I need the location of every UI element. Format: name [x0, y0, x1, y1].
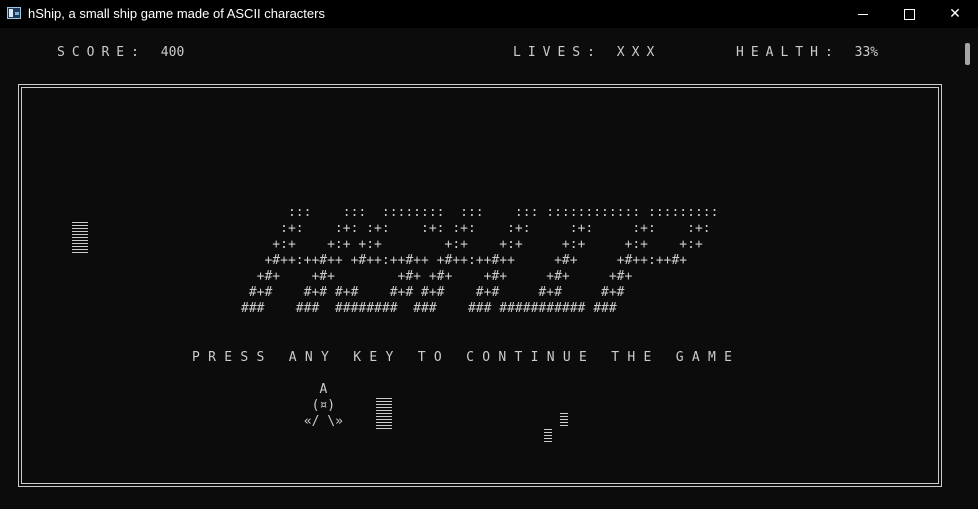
- title-bar: hShip, a small ship game made of ASCII c…: [0, 0, 978, 28]
- enemy-bullet: [544, 429, 552, 444]
- scrollbar-thumb[interactable]: [965, 43, 970, 65]
- lives-label: LIVES:: [513, 45, 617, 60]
- score-label: SCORE:: [57, 45, 161, 60]
- health-label: HEALTH:: [736, 45, 855, 60]
- score-value: 400: [160, 45, 185, 60]
- asteroid-block: [72, 222, 88, 255]
- maximize-icon: [903, 8, 915, 20]
- game-logo-ascii: ::: ::: :::::::: ::: ::: :::::::::::: ::…: [241, 205, 719, 316]
- lives-display: LIVES: XXX: [513, 45, 661, 60]
- continue-prompt: PRESS ANY KEY TO CONTINUE THE GAME: [192, 350, 741, 365]
- vertical-scrollbar[interactable]: [962, 40, 972, 492]
- enemy-bullet: [560, 413, 568, 428]
- close-button[interactable]: ✕: [932, 0, 978, 28]
- health-value: 33%: [854, 45, 879, 60]
- asteroid-block: [376, 398, 392, 431]
- health-display: HEALTH: 33%: [736, 45, 878, 60]
- close-icon: ✕: [949, 6, 961, 22]
- score-display: SCORE: 400: [57, 45, 184, 60]
- console-app-icon: [7, 7, 21, 19]
- player-ship: A (¤) «/ \»: [303, 382, 343, 429]
- window-title: hShip, a small ship game made of ASCII c…: [28, 6, 325, 21]
- maximize-button[interactable]: [886, 0, 932, 28]
- lives-value: XXX: [616, 45, 662, 60]
- minimize-button[interactable]: [840, 0, 886, 28]
- minimize-icon: [858, 13, 868, 15]
